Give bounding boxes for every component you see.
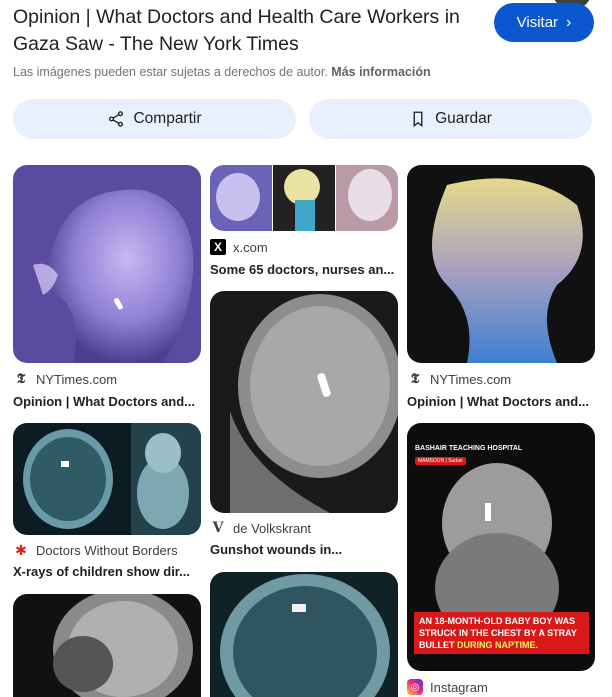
save-button[interactable]: Guardar <box>309 99 592 139</box>
copyright-text: Las imágenes pueden estar sujetas a dere… <box>13 65 328 79</box>
visit-button[interactable]: Visitar › <box>494 3 594 42</box>
result-image-1[interactable] <box>13 165 201 363</box>
share-label: Compartir <box>133 110 202 127</box>
result-caption-2[interactable]: Some 65 doctors, nurses an... <box>210 262 398 277</box>
instagram-icon: ◎ <box>407 679 423 695</box>
msf-icon: ✱ <box>15 541 27 558</box>
result-image-5[interactable] <box>210 291 398 513</box>
share-button[interactable]: Compartir <box>13 99 296 139</box>
caption-banner: AN 18-MONTH-OLD BABY BOY WAS STRUCK IN T… <box>414 612 589 654</box>
result-image-7[interactable] <box>13 594 201 697</box>
result-image-2[interactable] <box>210 165 398 231</box>
hospital-tag: MAMSOUN | Sudan <box>415 457 466 465</box>
result-image-3[interactable] <box>407 165 595 363</box>
result-source-2[interactable]: X x.com <box>210 239 268 255</box>
result-image-6[interactable]: BASHAIR TEACHING HOSPITAL MAMSOUN | Suda… <box>407 423 595 671</box>
result-source-6[interactable]: ◎ Instagram <box>407 679 488 695</box>
save-label: Guardar <box>435 110 492 127</box>
result-source-3[interactable]: 𝕿 NYTimes.com <box>407 371 511 387</box>
more-info-link[interactable]: Más información <box>331 65 430 79</box>
visit-label: Visitar <box>516 14 559 31</box>
result-caption-5[interactable]: Gunshot wounds in... <box>210 542 398 557</box>
hospital-label: BASHAIR TEACHING HOSPITAL <box>415 445 523 452</box>
result-source-4[interactable]: ✱ Doctors Without Borders <box>13 541 177 558</box>
volkskrant-icon: V <box>212 520 224 536</box>
nytimes-icon: 𝕿 <box>16 371 26 387</box>
bookmark-icon <box>413 111 423 128</box>
chevron-right-icon: › <box>566 13 572 31</box>
result-caption-1[interactable]: Opinion | What Doctors and... <box>13 394 201 409</box>
copyright-notice: Las imágenes pueden estar sujetas a dere… <box>13 65 431 79</box>
page-title[interactable]: Opinion | What Doctors and Health Care W… <box>13 4 483 58</box>
result-image-8[interactable] <box>210 572 398 697</box>
result-source-5[interactable]: V de Volkskrant <box>210 520 311 536</box>
share-icon <box>109 111 124 127</box>
result-caption-4[interactable]: X-rays of children show dir... <box>13 564 201 579</box>
x-icon: X <box>210 239 226 255</box>
nytimes-icon: 𝕿 <box>410 371 420 387</box>
result-image-4[interactable] <box>13 423 201 535</box>
result-caption-3[interactable]: Opinion | What Doctors and... <box>407 394 595 409</box>
result-source-1[interactable]: 𝕿 NYTimes.com <box>13 371 117 387</box>
